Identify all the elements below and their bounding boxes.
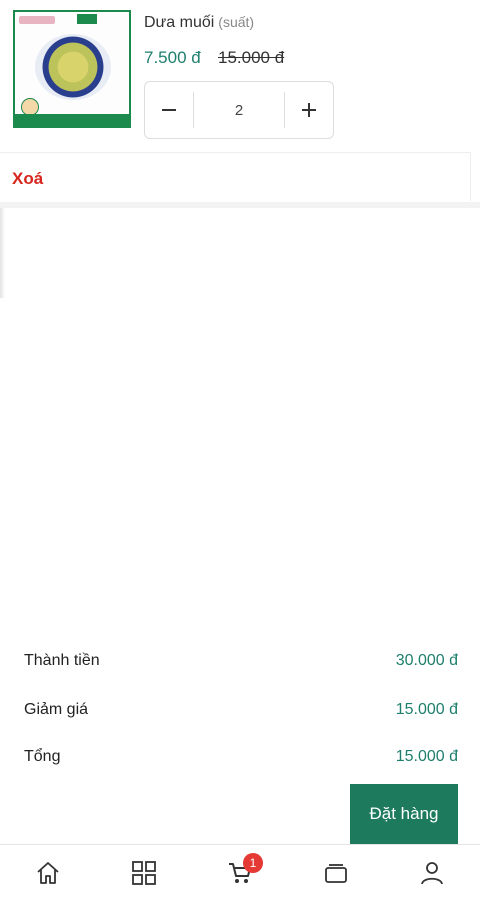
food-plate-image: [35, 34, 111, 100]
total-label: Tổng: [24, 748, 61, 765]
discount-value: 15.000 đ: [395, 701, 458, 718]
section-divider: [0, 202, 480, 208]
product-name-line: Dưa muối (suất): [144, 14, 254, 32]
discount-row: Giảm giá 15.000 đ: [24, 701, 458, 725]
product-thumbnail[interactable]: [13, 10, 131, 128]
place-order-button[interactable]: Đặt hàng: [350, 784, 458, 844]
cart-item-card: Dưa muối (suất) 7.500 đ 15.000 đ 2 Xoá: [0, 0, 480, 208]
thumbnail-decoration: [19, 16, 55, 24]
nav-categories[interactable]: [114, 849, 174, 897]
quantity-value[interactable]: 2: [193, 92, 285, 128]
total-row: Tổng 15.000 đ: [24, 748, 458, 772]
decrease-quantity-button[interactable]: [145, 82, 193, 138]
nav-cart[interactable]: 1: [210, 849, 270, 897]
total-value: 15.000 đ: [395, 748, 458, 765]
product-name: Dưa muối: [144, 14, 215, 31]
delete-row: Xoá: [0, 152, 471, 201]
bottom-nav: 1: [0, 844, 480, 901]
nav-account[interactable]: [402, 849, 462, 897]
thumbnail-banner: [15, 114, 129, 126]
discount-label: Giảm giá: [24, 701, 89, 718]
subtotal-value: 30.000 đ: [395, 652, 458, 669]
thumbnail-tag: [77, 14, 97, 24]
product-unit: (suất): [218, 14, 255, 30]
subtotal-row: Thành tiền 30.000 đ: [24, 652, 458, 676]
grid-icon: [132, 861, 156, 885]
user-icon: [421, 862, 443, 885]
home-icon: [37, 862, 59, 884]
subtotal-label: Thành tiền: [24, 652, 100, 669]
delete-item-button[interactable]: Xoá: [12, 169, 43, 189]
plus-icon: [302, 103, 316, 117]
original-price: 15.000 đ: [218, 48, 285, 67]
nav-home[interactable]: [18, 849, 78, 897]
nav-orders[interactable]: [306, 849, 366, 897]
orders-icon: [325, 864, 347, 883]
sale-price: 7.500 đ: [144, 48, 201, 67]
increase-quantity-button[interactable]: [285, 82, 333, 138]
minus-icon: [162, 109, 176, 111]
quantity-stepper: 2: [144, 81, 334, 139]
cart-badge: 1: [243, 853, 263, 873]
